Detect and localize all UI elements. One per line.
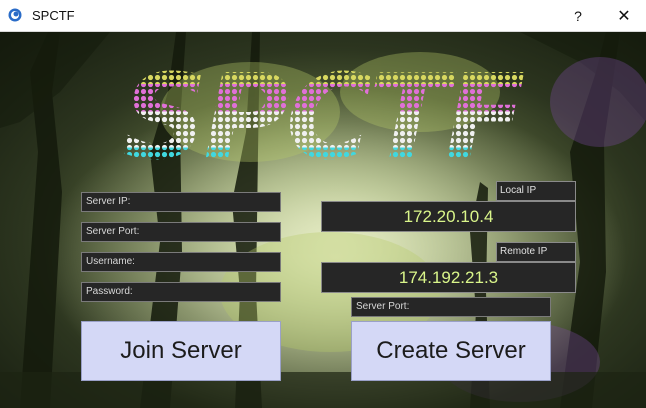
help-button[interactable]: ?	[558, 0, 598, 31]
password-input[interactable]: Password:	[81, 282, 281, 302]
local-ip-display: 172.20.10.4	[321, 201, 576, 232]
close-button[interactable]: ✕	[604, 0, 644, 31]
server-ip-input[interactable]: Server IP:	[81, 192, 281, 212]
app-logo-icon	[8, 8, 22, 22]
remote-ip-display: 174.192.21.3	[321, 262, 576, 293]
window-title: SPCTF	[32, 8, 75, 23]
username-input[interactable]: Username:	[81, 252, 281, 272]
title-bar: SPCTF ? ✕	[0, 0, 646, 32]
host-server-port-input[interactable]: Server Port:	[351, 297, 551, 317]
remote-ip-label: Remote IP	[496, 242, 576, 262]
local-ip-label: Local IP	[496, 181, 576, 201]
join-server-button[interactable]: Join Server	[81, 321, 281, 381]
main-panel: SPCTF Server IP: Server Port: Username: …	[0, 32, 646, 408]
create-server-button[interactable]: Create Server	[351, 321, 551, 381]
server-port-input[interactable]: Server Port:	[81, 222, 281, 242]
logo-text: SPCTF	[122, 48, 525, 186]
